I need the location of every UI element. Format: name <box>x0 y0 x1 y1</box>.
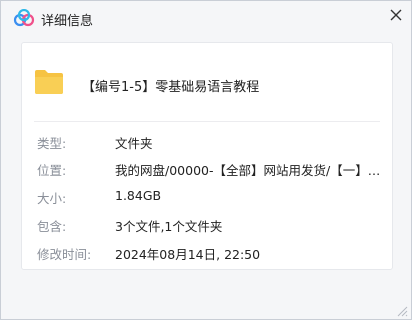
cloud-logo-icon <box>13 8 35 27</box>
details-panel: 【编号1-5】零基础易语言教程 类型: 文件夹 位置: 我的网盘/00000-【… <box>21 42 393 270</box>
detail-value: 3个文件,1个文件夹 <box>115 219 223 234</box>
detail-value: 文件夹 <box>115 136 153 151</box>
title-bar: 详细信息 <box>1 1 411 35</box>
detail-label: 类型: <box>37 136 67 151</box>
detail-label: 包含: <box>37 219 67 234</box>
details-dialog: 详细信息 【编号1-5】零基础易语言教程 类型: 文件夹 位置: 我的网盘/00… <box>0 0 412 320</box>
detail-value: 1.84GB <box>115 188 162 203</box>
detail-label: 修改时间: <box>37 247 92 262</box>
folder-icon <box>34 69 64 95</box>
location-link[interactable]: 我的网盘/00000-【全部】网站用发货/【一】易语言教程 <box>115 160 385 179</box>
detail-row-size: 大小: 1.84GB <box>37 188 382 206</box>
detail-row-contains: 包含: 3个文件,1个文件夹 <box>37 216 382 234</box>
detail-label: 大小: <box>37 191 67 206</box>
close-icon <box>390 6 402 25</box>
detail-value: 2024年08月14日, 22:50 <box>115 247 261 262</box>
close-button[interactable] <box>386 5 406 25</box>
resize-grip-icon[interactable] <box>394 302 408 317</box>
detail-row-modified: 修改时间: 2024年08月14日, 22:50 <box>37 244 382 262</box>
detail-label: 位置: <box>37 163 67 178</box>
detail-row-location: 位置: 我的网盘/00000-【全部】网站用发货/【一】易语言教程 <box>37 160 385 179</box>
divider <box>34 121 380 122</box>
detail-row-type: 类型: 文件夹 <box>37 133 382 151</box>
file-name: 【编号1-5】零基础易语言教程 <box>82 80 260 95</box>
dialog-title: 详细信息 <box>41 14 94 29</box>
